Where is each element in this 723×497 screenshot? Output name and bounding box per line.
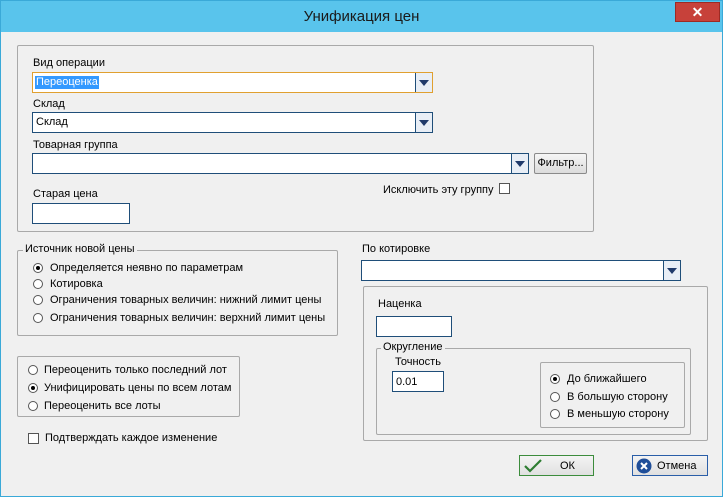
lots-option[interactable]: Переоценить все лоты [28,400,233,414]
operation-type-label: Вид операции [33,57,105,69]
radio-button[interactable] [33,263,43,273]
close-button[interactable]: ✕ [675,2,720,22]
precision-input[interactable]: 0.01 [392,371,444,392]
warehouse-value: Склад [36,116,68,128]
close-icon: ✕ [691,4,704,20]
product-group-label: Товарная группа [33,139,118,151]
radio-button[interactable] [33,313,43,323]
price-source-option[interactable]: Определяется неявно по параметрам [33,262,333,276]
radio-button[interactable] [33,295,43,305]
chevron-down-icon[interactable] [511,154,528,173]
confirm-each-checkbox[interactable] [28,433,39,444]
cancel-button[interactable]: Отмена [632,455,708,476]
filter-button[interactable]: Фильтр... [534,153,587,174]
chevron-down-icon[interactable] [415,73,432,92]
operation-type-value: Переоценка [35,76,99,89]
checkmark-icon [524,459,542,473]
radio-button[interactable] [550,392,560,402]
old-price-label: Старая цена [33,188,98,200]
rounding-legend: Округление [381,341,445,354]
lots-option[interactable]: Переоценить только последний лот [28,364,233,378]
exclude-group-label: Исключить эту группу [383,184,494,196]
price-source-option[interactable]: Ограничения товарных величин: нижний лим… [33,294,333,308]
price-source-option[interactable]: Котировка [33,278,333,292]
cancel-label: Отмена [657,460,697,472]
title-bar[interactable]: Унификация цен ✕ [1,1,722,32]
warehouse-label: Склад [33,98,65,110]
radio-button[interactable] [33,279,43,289]
markup-label: Наценка [378,298,422,310]
confirm-each-option[interactable]: Подтверждать каждое изменение [28,432,238,446]
operation-type-select[interactable]: Переоценка [32,72,433,93]
lots-option[interactable]: Унифицировать цены по всем лотам [28,382,233,396]
precision-label: Точность [395,356,441,368]
quote-label: По котировке [362,243,431,255]
radio-button[interactable] [550,374,560,384]
radio-button[interactable] [550,409,560,419]
radio-button[interactable] [28,401,38,411]
rounding-option[interactable]: До ближайшего [550,373,680,387]
old-price-input[interactable] [32,203,130,224]
rounding-option[interactable]: В большую сторону [550,391,680,405]
product-group-select[interactable] [32,153,529,174]
exclude-group-checkbox[interactable] [499,183,510,194]
rounding-option[interactable]: В меньшую сторону [550,408,680,422]
ok-label: ОК [560,460,575,472]
cancel-icon [636,458,652,474]
chevron-down-icon[interactable] [415,113,432,132]
dialog-window: Унификация цен ✕ Вид операции Переоценка… [0,0,723,497]
warehouse-select[interactable]: Склад [32,112,433,133]
window-title: Унификация цен [303,8,420,25]
ok-button[interactable]: ОК [519,455,594,476]
price-source-option[interactable]: Ограничения товарных величин: верхний ли… [33,312,333,326]
chevron-down-icon[interactable] [663,261,680,280]
markup-input[interactable] [376,316,452,337]
quote-select[interactable] [361,260,681,281]
radio-button[interactable] [28,383,38,393]
price-source-legend: Источник новой цены [23,243,137,256]
radio-button[interactable] [28,365,38,375]
